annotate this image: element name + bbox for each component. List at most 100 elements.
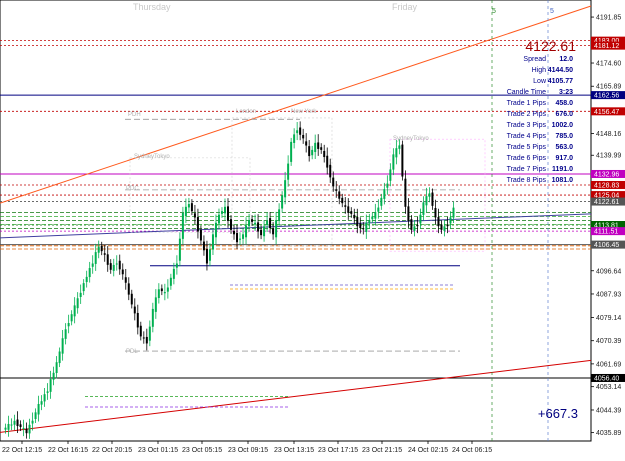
pdl-label: PDL [126,349,138,355]
candle-body [422,202,425,215]
candle-body [58,351,61,364]
candle-body [82,283,85,292]
y-tick-label: 4165.89 [596,84,621,91]
candle-body [236,233,239,243]
info-label: Trade 8 Pips [507,177,547,184]
x-tick-label: 24 Oct 06:15 [452,447,492,454]
candle-body [335,189,338,191]
candle-body [202,241,205,251]
candle-body [55,362,58,374]
candle-body [67,323,70,327]
info-value: 4144.50 [548,67,573,74]
candle-body [365,222,368,232]
marker-label-2: 5 [550,8,554,15]
info-value: 785.0 [555,133,573,140]
x-tick-label: 23 Oct 21:15 [362,447,402,454]
pdc-label: PDC [126,186,139,192]
candle-body [136,312,139,328]
candle-body [410,219,413,230]
candle-body [434,207,437,218]
candle-body [40,401,43,405]
info-label: Trade 2 Pips [507,111,547,118]
candle-body [34,412,37,420]
candle-body [16,419,19,427]
info-value: 1081.0 [552,177,574,184]
candle-body [401,144,404,177]
candle-body [251,219,254,222]
x-tick-label: 22 Oct 12:15 [2,447,42,454]
candle-body [323,150,326,158]
candle-body [208,249,211,261]
y-tick-label: 4061.69 [596,361,621,368]
info-label: Trade 5 Pips [507,144,547,151]
info-value: 1191.0 [552,166,573,173]
newyork-label: New York [291,109,317,115]
candle-body [299,127,302,135]
sydneytokyo-label-1: SydneyTokyo [134,154,170,160]
candle-body [437,217,440,227]
x-tick-label: 23 Oct 05:15 [182,447,222,454]
candle-body [127,283,130,295]
candle-body [175,263,178,268]
candle-body [407,206,410,221]
current-price: 4122.61 [525,38,576,54]
candle-body [88,268,91,278]
price-tag-label: 4162.56 [594,93,619,100]
candle-body [374,212,377,219]
candle-body [154,297,157,312]
candle-body [392,154,395,170]
candle-body [85,276,88,283]
candle-body [139,325,142,337]
info-label: Trade 7 Pips [507,166,547,173]
info-label: Candle Time [507,89,546,96]
day-label-1: Thursday [133,2,171,12]
info-value: 1002.0 [552,122,574,129]
candle-body [172,268,175,279]
candle-body [386,183,389,188]
candle-body [214,222,217,238]
price-tag-label: 4111.51 [594,229,618,236]
candle-body [377,207,380,212]
candle-body [115,263,118,265]
candle-body [356,217,359,227]
x-tick-label: 23 Oct 01:15 [138,447,178,454]
candle-body [163,292,166,294]
x-tick-label: 22 Oct 16:15 [48,447,88,454]
info-value: 458.0 [555,100,573,107]
sydneytokyo-label-2: SydneyTokyo [393,136,429,142]
candle-body [64,329,67,339]
trading-chart[interactable]: 4191.854183.004181.124174.604165.894162.… [0,0,625,456]
candle-body [293,134,296,143]
candle-body [290,141,293,162]
y-tick-label: 4174.60 [596,61,621,68]
candle-body [362,228,365,230]
chart-svg[interactable]: 4191.854183.004181.124174.604165.894162.… [0,0,625,456]
price-tag-label: 4122.61 [594,199,619,206]
price-tag-label: 4132.96 [594,171,619,178]
candle-body [260,229,263,236]
candle-body [94,252,97,264]
info-value: 12.0 [559,56,573,63]
candle-body [226,206,229,221]
candle-body [220,211,223,214]
y-tick-label: 4148.16 [596,131,621,138]
info-value: 676.0 [555,111,573,118]
info-value: 3:23 [559,89,573,96]
candle-body [22,427,25,430]
candle-body [428,193,431,197]
candle-body [178,238,181,261]
candle-body [7,423,10,430]
candle-body [205,249,208,264]
y-tick-label: 4079.14 [596,315,621,322]
y-tick-label: 4191.85 [596,15,621,22]
candle-body [223,206,226,214]
price-tag-label: 4128.83 [594,182,619,189]
candle-body [395,148,398,158]
candle-body [326,155,329,168]
candle-body [142,337,145,339]
candle-body [272,228,275,235]
candle-body [49,379,52,392]
candle-body [284,180,287,198]
candle-body [338,191,341,199]
candle-body [43,394,46,402]
